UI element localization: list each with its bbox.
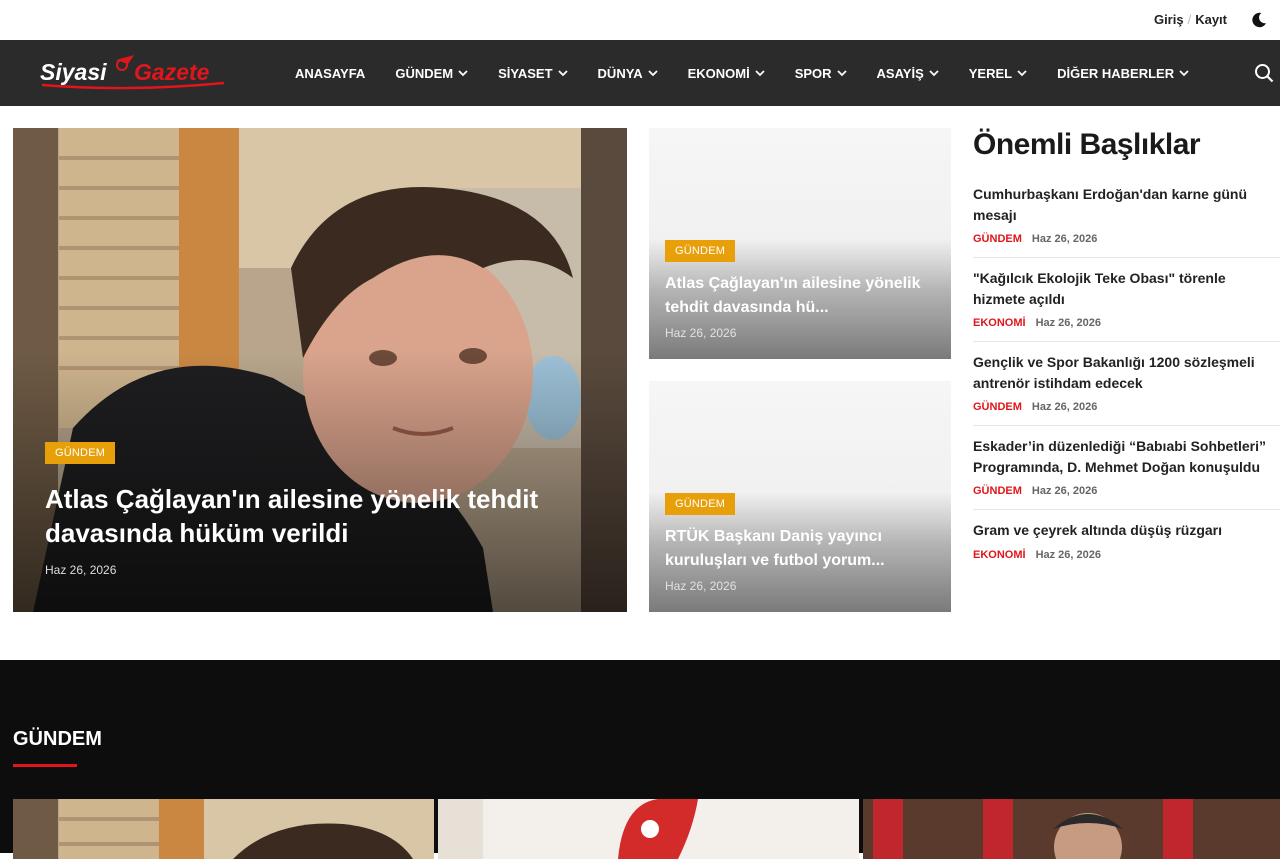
headline-title[interactable]: Cumhurbaşkanı Erdoğan'dan karne günü mes… <box>973 184 1280 225</box>
nav-item-label: ANASAYFA <box>295 65 366 81</box>
nav-item-siyaset[interactable]: SİYASET <box>483 66 582 81</box>
news-card-title[interactable]: Atlas Çağlayan'ın ailesine yönelik tehdi… <box>665 272 945 320</box>
logo-text-siyasi: Siyasi <box>40 59 107 85</box>
chevron-down-icon <box>557 69 568 76</box>
nav-item-gundem[interactable]: GÜNDEM <box>380 66 483 81</box>
main-navigation: Siyasi Gazete ANASAYFA GÜNDEM SİYASET DÜ… <box>0 40 1280 106</box>
nav-item-dunya[interactable]: DÜNYA <box>583 66 673 81</box>
important-headlines-title: Önemli Başlıklar <box>973 128 1201 161</box>
headline-category[interactable]: GÜNDEM <box>973 485 1022 497</box>
headline-item[interactable]: Eskader’in düzenlediği “Babıabi Sohbetle… <box>973 426 1280 510</box>
top-bar: Giriş / Kayıt <box>0 0 1280 40</box>
thumbnail-photo <box>13 799 434 859</box>
headline-item[interactable]: "Kağılcık Ekolojik Teke Obası" törenle h… <box>973 258 1280 342</box>
headline-category[interactable]: GÜNDEM <box>973 401 1022 413</box>
important-headlines: Önemli Başlıklar Cumhurbaşkanı Erdoğan'd… <box>973 128 1280 573</box>
nav-item-yerel[interactable]: YEREL <box>954 66 1042 81</box>
nav-item-anasayfa[interactable]: ANASAYFA <box>280 66 380 81</box>
chevron-down-icon <box>647 69 658 76</box>
news-card-title[interactable]: RTÜK Başkanı Daniş yayıncı kuruluşları v… <box>665 525 945 573</box>
nav-item-label: DİĞER HABERLER <box>1057 65 1175 81</box>
news-card[interactable]: GÜNDEM Atlas Çağlayan'ın ailesine yöneli… <box>649 128 951 359</box>
headline-date: Haz 26, 2026 <box>1035 317 1101 329</box>
headline-item[interactable]: Gençlik ve Spor Bakanlığı 1200 sözleşmel… <box>973 342 1280 426</box>
headline-meta: GÜNDEM Haz 26, 2026 <box>973 485 1280 497</box>
category-badge[interactable]: GÜNDEM <box>45 442 116 464</box>
headline-date: Haz 26, 2026 <box>1035 548 1101 561</box>
headline-meta: EKONOMİ Haz 26, 2026 <box>973 549 1280 561</box>
headline-date: Haz 26, 2026 <box>1031 485 1098 497</box>
headline-date: Haz 26, 2026 <box>1031 401 1098 413</box>
nav-item-label: SPOR <box>794 65 832 81</box>
auth-separator: / <box>1187 12 1192 27</box>
headline-meta: GÜNDEM Haz 26, 2026 <box>973 233 1280 245</box>
nav-item-asayis[interactable]: ASAYİŞ <box>862 66 954 81</box>
moon-icon[interactable] <box>1250 11 1268 29</box>
login-link[interactable]: Giriş <box>1154 12 1184 27</box>
headline-meta: GÜNDEM Haz 26, 2026 <box>973 401 1280 413</box>
nav-item-ekonomi[interactable]: EKONOMİ <box>673 66 780 81</box>
nav-item-diger-haberler[interactable]: DİĞER HABERLER <box>1042 66 1204 81</box>
section-underline <box>13 764 77 767</box>
site-logo[interactable]: Siyasi Gazete <box>38 52 228 92</box>
section-thumbnail[interactable] <box>13 799 434 859</box>
nav-item-label: EKONOMİ <box>687 65 750 81</box>
section-thumbnail[interactable] <box>863 799 1280 859</box>
nav-item-label: GÜNDEM <box>395 65 454 81</box>
chevron-down-icon <box>755 69 765 76</box>
thumbnail-photo <box>438 799 859 859</box>
chevron-down-icon <box>929 69 939 76</box>
headline-meta: EKONOMİ Haz 26, 2026 <box>973 317 1280 329</box>
thumbnail-photo <box>863 799 1280 859</box>
news-card-date: Haz 26, 2026 <box>665 326 737 340</box>
register-link[interactable]: Kayıt <box>1195 12 1227 27</box>
news-card[interactable]: GÜNDEM RTÜK Başkanı Daniş yayıncı kurulu… <box>649 381 951 612</box>
headline-item[interactable]: Gram ve çeyrek altında düşüş rüzgarı EKO… <box>973 510 1280 573</box>
headline-category[interactable]: GÜNDEM <box>973 233 1022 245</box>
headline-title[interactable]: Gençlik ve Spor Bakanlığı 1200 sözleşmel… <box>973 352 1280 393</box>
section-title[interactable]: GÜNDEM <box>13 728 102 751</box>
category-badge[interactable]: GÜNDEM <box>665 240 736 262</box>
headline-title[interactable]: "Kağılcık Ekolojik Teke Obası" törenle h… <box>973 268 1280 309</box>
headline-category[interactable]: EKONOMİ <box>973 549 1026 561</box>
headline-item[interactable]: Cumhurbaşkanı Erdoğan'dan karne günü mes… <box>973 174 1280 258</box>
auth-links: Giriş / Kayıt <box>1154 12 1227 27</box>
chevron-down-icon <box>836 69 847 76</box>
section-thumbnail[interactable] <box>438 799 859 859</box>
nav-item-label: ASAYİŞ <box>876 65 924 81</box>
hero-date: Haz 26, 2026 <box>45 563 117 577</box>
news-card-date: Haz 26, 2026 <box>665 579 737 593</box>
hero-title[interactable]: Atlas Çağlayan'ın ailesine yönelik tehdi… <box>45 482 565 550</box>
nav-item-label: DÜNYA <box>597 65 643 81</box>
nav-item-label: YEREL <box>968 65 1013 81</box>
chevron-down-icon <box>458 69 468 76</box>
logo-text-gazete: Gazete <box>134 59 210 85</box>
gundem-section: GÜNDEM <box>0 660 1280 859</box>
chevron-down-icon <box>1017 69 1027 76</box>
headline-title[interactable]: Gram ve çeyrek altında düşüş rüzgarı <box>973 520 1280 541</box>
category-badge[interactable]: GÜNDEM <box>665 493 736 515</box>
nav-menu: ANASAYFA GÜNDEM SİYASET DÜNYA EKONOMİ SP… <box>280 40 1204 106</box>
chevron-down-icon <box>1179 69 1189 76</box>
headline-title[interactable]: Eskader’in düzenlediği “Babıabi Sohbetle… <box>973 436 1280 477</box>
headline-date: Haz 26, 2026 <box>1031 233 1098 245</box>
search-icon[interactable] <box>1254 63 1274 83</box>
nav-item-spor[interactable]: SPOR <box>780 66 862 81</box>
nav-item-label: SİYASET <box>498 65 553 81</box>
headline-category[interactable]: EKONOMİ <box>973 317 1026 329</box>
hero-article[interactable]: GÜNDEM Atlas Çağlayan'ın ailesine yöneli… <box>13 128 627 612</box>
